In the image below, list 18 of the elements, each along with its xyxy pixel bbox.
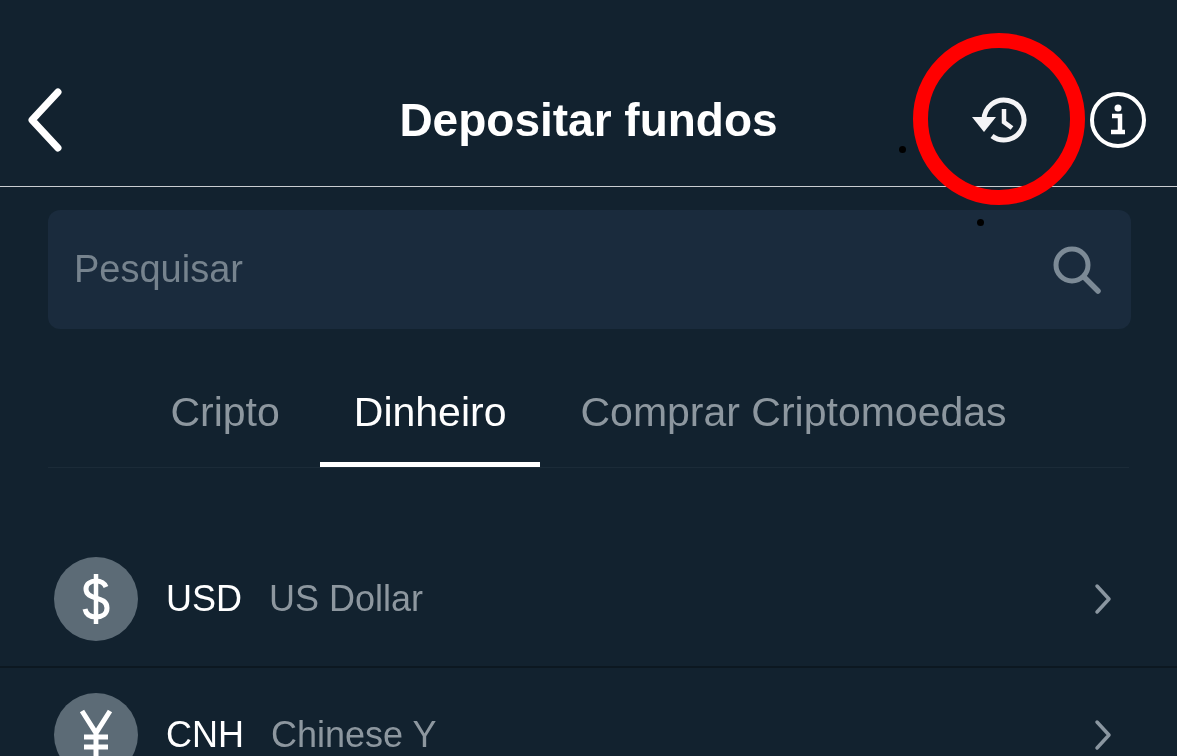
currency-avatar-icon bbox=[54, 693, 138, 756]
currency-row[interactable]: CNH Chinese Y bbox=[0, 668, 1177, 756]
tab[interactable]: Cripto bbox=[136, 389, 314, 467]
dot-mark bbox=[899, 146, 906, 153]
search-input[interactable]: Pesquisar bbox=[74, 248, 1051, 291]
dot-mark bbox=[977, 219, 984, 226]
tab[interactable]: Comprar Criptomoedas bbox=[546, 389, 1041, 467]
currency-name: Chinese Y bbox=[271, 714, 438, 756]
screen-title: Depositar fundos bbox=[399, 93, 778, 147]
currency-name: US Dollar bbox=[269, 578, 425, 620]
chevron-icon[interactable] bbox=[1093, 719, 1113, 751]
currency-code: USD bbox=[166, 578, 242, 620]
info-icon[interactable] bbox=[1089, 91, 1147, 149]
tab[interactable]: Dinheiro bbox=[319, 389, 541, 467]
search-field[interactable]: Pesquisar bbox=[48, 210, 1131, 329]
chevron-icon[interactable] bbox=[1093, 583, 1113, 615]
currency-row[interactable]: USD US Dollar bbox=[0, 532, 1177, 668]
currency-code: CNH bbox=[166, 714, 244, 756]
